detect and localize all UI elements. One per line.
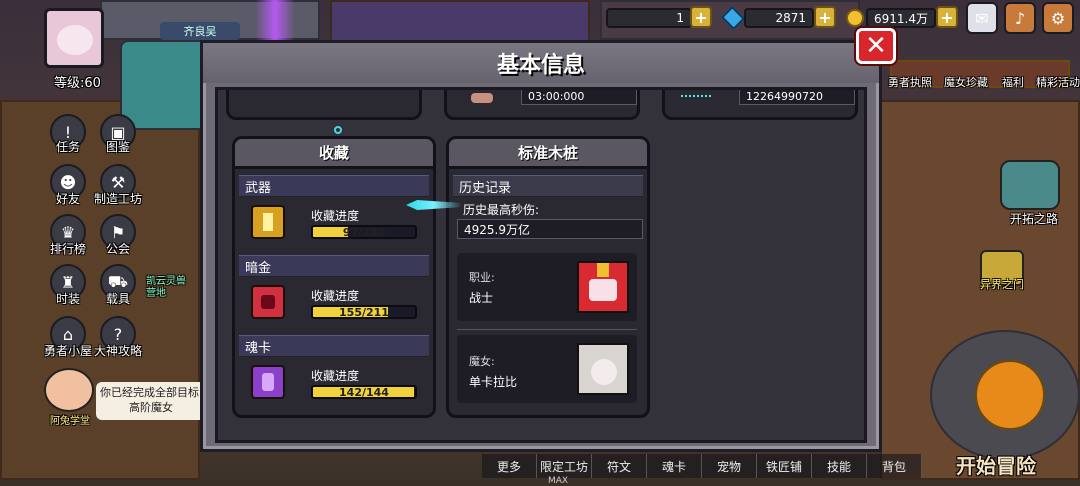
add-resource-2-button[interactable]: + — [814, 6, 836, 28]
witch-card: 魔女: 单卡拉比 — [457, 335, 637, 403]
menu-vehicle[interactable]: 载具 — [106, 290, 130, 307]
bottom-menu-smithy[interactable]: 铁匠铺 — [757, 454, 812, 478]
max-dps-label: 历史最高秒伤: — [463, 203, 540, 217]
settings-icon[interactable]: ⚙ — [1042, 2, 1074, 34]
max-dps-value: 4925.9万亿 — [457, 219, 643, 239]
top-card-left — [226, 90, 422, 120]
warrior-avatar — [577, 261, 629, 313]
weapon-progress-text: 97/280 — [342, 225, 386, 239]
bottom-menu-bag[interactable]: 背包 — [867, 454, 922, 478]
bottom-menu-more[interactable]: 更多 — [482, 454, 537, 478]
close-button[interactable]: ✕ — [856, 28, 896, 64]
section-soulcard: 魂卡 — [239, 335, 429, 357]
resource-counter-2: 2871 — [744, 8, 814, 28]
dummy-title: 标准木桩 — [449, 139, 647, 169]
bottom-menu-limited-workshop[interactable]: 限定工坊 — [537, 454, 592, 478]
add-resource-3-button[interactable]: + — [936, 6, 958, 28]
resource-counter-1: 1 — [606, 8, 692, 28]
sound-icon[interactable]: ♪ — [1004, 2, 1036, 34]
modal-title: 基本信息 — [203, 43, 879, 83]
menu-friends[interactable]: 好友 — [56, 190, 80, 207]
top-right-label-witch[interactable]: 魔女珍藏 — [944, 74, 988, 90]
menu-guide[interactable]: 大神攻略 — [94, 342, 142, 359]
add-resource-1-button[interactable]: + — [690, 6, 712, 28]
route-icon-1[interactable] — [1000, 160, 1060, 210]
soulcard-progress-label: 收藏进度 — [311, 369, 360, 383]
class-card: 职业: 战士 — [457, 253, 637, 321]
collection-title: 收藏 — [235, 139, 433, 169]
scroll-indicator-icon — [334, 126, 342, 134]
player-avatar[interactable] — [44, 8, 104, 68]
soulcard-progress-text: 142/144 — [339, 385, 389, 399]
fx-icon — [681, 95, 711, 101]
notice-line2: 高阶魔女 — [129, 401, 173, 414]
collection-panel: 收藏 武器 收藏进度 97/280 暗金 收藏进度 155/211 魂卡 收藏进… — [232, 136, 436, 418]
resource-counter-3: 6911.4万 — [866, 8, 936, 28]
witch-value: 单卡拉比 — [469, 375, 518, 389]
close-icon: ✕ — [865, 31, 887, 61]
darkgold-progress-label: 收藏进度 — [311, 289, 360, 303]
menu-workshop[interactable]: 制造工坊 — [94, 190, 142, 207]
notice-bubble: 你已经完成全部目标 高阶魔女 — [96, 382, 206, 420]
mail-icon[interactable]: ✉ — [966, 2, 998, 34]
dummy-divider — [457, 329, 637, 330]
darkgold-progress-text: 155/211 — [339, 305, 389, 319]
section-darkgold: 暗金 — [239, 255, 429, 277]
top-right-label-license[interactable]: 勇者执照 — [888, 74, 932, 90]
basic-info-modal: 基本信息 03:00:000 12264990720 收藏 武器 收藏进度 97… — [200, 40, 882, 452]
soulcard-chest-icon — [251, 365, 285, 399]
npc-portrait[interactable] — [44, 368, 94, 412]
notice-line1: 你已经完成全部目标 — [100, 386, 199, 399]
menu-house[interactable]: 勇者小屋 — [44, 342, 92, 359]
start-adventure-button[interactable]: 开始冒险 — [956, 450, 1036, 479]
witch-label: 魔女: — [469, 355, 495, 368]
history-header: 历史记录 — [453, 175, 643, 197]
top-right-label-events[interactable]: 精彩活动 — [1036, 74, 1080, 90]
soulcard-progress-bar: 142/144 — [311, 385, 417, 399]
pet-label-line2: 营地 — [146, 288, 166, 299]
menu-fashion[interactable]: 时装 — [56, 290, 80, 307]
section-weapon: 武器 — [239, 175, 429, 197]
menu-task[interactable]: 任务 — [56, 138, 80, 155]
top-value-time: 03:00:000 — [521, 90, 637, 105]
server-name: 齐良吴 — [160, 22, 240, 40]
darkgold-progress-bar: 155/211 — [311, 305, 417, 319]
npc-name: 阿兔学堂 — [50, 416, 90, 427]
menu-rank[interactable]: 排行榜 — [50, 240, 86, 257]
top-card-right: 12264990720 — [662, 90, 858, 120]
top-right-label-welfare[interactable]: 福利 — [1002, 74, 1024, 90]
class-label: 职业: — [469, 271, 495, 284]
route-label-2[interactable]: 异界之门 — [980, 276, 1024, 292]
witch-avatar — [577, 343, 629, 395]
darkgold-chest-icon — [251, 285, 285, 319]
bottom-menu-pet[interactable]: 宠物 — [702, 454, 757, 478]
top-value-number: 12264990720 — [739, 90, 855, 105]
training-dummy-panel: 标准木桩 历史记录 历史最高秒伤: 4925.9万亿 职业: 战士 魔女: 单卡… — [446, 136, 650, 418]
modal-content[interactable]: 03:00:000 12264990720 收藏 武器 收藏进度 97/280 … — [215, 87, 867, 443]
class-value: 战士 — [469, 291, 494, 305]
max-label: MAX — [548, 476, 569, 486]
bottom-menu-rune[interactable]: 符文 — [592, 454, 647, 478]
route-label-1[interactable]: 开拓之路 — [1010, 210, 1058, 227]
top-card-middle: 03:00:000 — [444, 90, 640, 120]
weapon-progress-bar: 97/280 — [311, 225, 417, 239]
bottom-menu-skill[interactable]: 技能 — [812, 454, 867, 478]
pet-thumb-icon — [471, 93, 493, 103]
weapon-chest-icon — [251, 205, 285, 239]
bottom-menu-soulcard[interactable]: 魂卡 — [647, 454, 702, 478]
coin-icon — [846, 9, 864, 27]
bottom-menu-bar: 更多 限定工坊 符文 魂卡 宠物 铁匠铺 技能 背包 — [482, 454, 922, 478]
weapon-progress-label: 收藏进度 — [311, 209, 360, 223]
menu-codex[interactable]: 图鉴 — [106, 138, 130, 155]
menu-guild[interactable]: 公会 — [106, 240, 130, 257]
avatar-face — [57, 25, 93, 55]
level-label: 等级:60 — [54, 76, 101, 91]
